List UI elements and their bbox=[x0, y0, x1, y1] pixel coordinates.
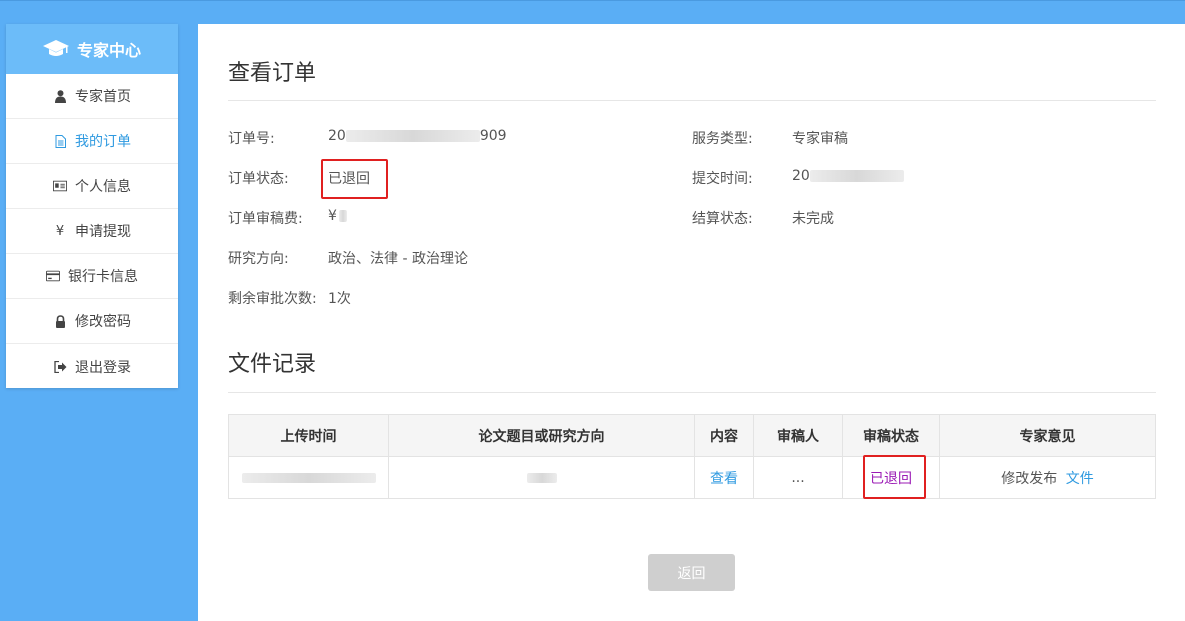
research-direction-value: 政治、法律 - 政治理论 bbox=[328, 251, 468, 267]
column-header: 上传时间 bbox=[228, 414, 389, 457]
column-header: 审稿状态 bbox=[842, 414, 940, 457]
service-type-field: 服务类型: 专家审稿 bbox=[692, 128, 848, 148]
lock-icon bbox=[53, 314, 67, 328]
service-type-label: 服务类型: bbox=[692, 131, 753, 147]
logout-icon bbox=[53, 360, 67, 374]
records-table: 上传时间 论文题目或研究方向 内容 审稿人 审稿状态 专家意见 查看 ... 已… bbox=[228, 414, 1156, 499]
remaining-count-value: 1次 bbox=[328, 291, 351, 307]
records-section-title: 文件记录 bbox=[228, 352, 317, 377]
sidebar-item-personal-info[interactable]: 个人信息 bbox=[6, 164, 178, 209]
content-cell: 查看 bbox=[694, 456, 754, 499]
order-number-label: 订单号: bbox=[228, 131, 275, 147]
id-card-icon bbox=[53, 179, 67, 193]
divider bbox=[228, 392, 1156, 393]
sidebar-item-label: 个人信息 bbox=[75, 179, 131, 195]
sidebar-title: 专家中心 bbox=[76, 41, 141, 60]
service-type-value: 专家审稿 bbox=[792, 131, 848, 147]
redacted-block bbox=[809, 170, 904, 182]
user-icon bbox=[53, 89, 67, 103]
settle-status-value: 未完成 bbox=[792, 211, 834, 227]
graduation-cap-icon bbox=[42, 40, 69, 56]
order-status-field: 订单状态: 已退回 bbox=[228, 168, 370, 188]
order-fee-label: 订单审稿费: bbox=[228, 211, 303, 227]
sidebar-item-label: 退出登录 bbox=[75, 359, 131, 376]
table-header-row: 上传时间 论文题目或研究方向 内容 审稿人 审稿状态 专家意见 bbox=[228, 414, 1156, 457]
sidebar-item-withdraw[interactable]: ¥ 申请提现 bbox=[6, 209, 178, 254]
sidebar-header: 专家中心 bbox=[6, 24, 178, 74]
sidebar-item-expert-home[interactable]: 专家首页 bbox=[6, 74, 178, 119]
opinion-text: 修改发布 bbox=[1001, 470, 1058, 487]
sidebar-item-change-password[interactable]: 修改密码 bbox=[6, 299, 178, 344]
order-status-label: 订单状态: bbox=[228, 171, 289, 187]
research-direction-field: 研究方向: 政治、法律 - 政治理论 bbox=[228, 248, 468, 268]
sidebar-item-label: 申请提现 bbox=[75, 224, 131, 240]
sidebar-item-label: 专家首页 bbox=[75, 89, 131, 105]
sidebar-item-my-orders[interactable]: 我的订单 bbox=[6, 119, 178, 164]
document-icon bbox=[53, 134, 67, 148]
settle-status-label: 结算状态: bbox=[692, 211, 753, 227]
main-panel: 查看订单 订单号: 20 909 订单状态: 已退回 订单审稿费: ¥ 研究方向:… bbox=[198, 24, 1185, 621]
order-fee-field: 订单审稿费: ¥ bbox=[228, 208, 347, 228]
submit-time-value: 20 bbox=[792, 168, 904, 184]
order-section-title: 查看订单 bbox=[228, 61, 317, 86]
order-number-value: 20 909 bbox=[328, 128, 507, 144]
research-direction-label: 研究方向: bbox=[228, 251, 289, 267]
order-number-prefix: 20 bbox=[328, 128, 346, 144]
submit-time-prefix: 20 bbox=[792, 168, 810, 184]
upload-time-cell bbox=[228, 456, 389, 499]
settle-status-field: 结算状态: 未完成 bbox=[692, 208, 834, 228]
column-header: 论文题目或研究方向 bbox=[388, 414, 695, 457]
order-fee-value: ¥ bbox=[328, 208, 347, 224]
divider bbox=[228, 100, 1156, 101]
highlight-box bbox=[863, 455, 926, 499]
top-bar bbox=[0, 0, 1185, 24]
column-header: 审稿人 bbox=[753, 414, 843, 457]
sidebar-item-label: 银行卡信息 bbox=[68, 269, 138, 285]
sidebar-item-label: 我的订单 bbox=[75, 134, 131, 150]
sidebar-item-label: 修改密码 bbox=[75, 314, 131, 330]
order-number-field: 订单号: 20 909 bbox=[228, 128, 507, 148]
sidebar: 专家中心 专家首页 我的订单 个人信息 ¥ 申请提现 银行卡信息 修改密码 退出… bbox=[6, 24, 178, 388]
sidebar-item-bank-card[interactable]: 银行卡信息 bbox=[6, 254, 178, 299]
submit-time-label: 提交时间: bbox=[692, 171, 753, 187]
highlight-box bbox=[321, 159, 388, 199]
column-header: 专家意见 bbox=[939, 414, 1156, 457]
sidebar-item-logout[interactable]: 退出登录 bbox=[6, 344, 178, 389]
column-header: 内容 bbox=[694, 414, 754, 457]
fee-currency: ¥ bbox=[328, 208, 337, 224]
back-button[interactable]: 返回 bbox=[648, 554, 735, 591]
redacted-block bbox=[345, 130, 480, 142]
submit-time-field: 提交时间: 20 bbox=[692, 168, 904, 188]
redacted-block bbox=[526, 472, 557, 483]
view-link[interactable]: 查看 bbox=[710, 471, 738, 487]
remaining-count-label: 剩余审批次数: bbox=[228, 291, 317, 307]
credit-card-icon bbox=[46, 269, 60, 283]
table-row: 查看 ... 已退回 修改发布 文件 bbox=[228, 456, 1156, 499]
reviewer-cell: ... bbox=[753, 456, 843, 499]
expert-opinion-cell: 修改发布 文件 bbox=[939, 456, 1156, 499]
remaining-count-field: 剩余审批次数: 1次 bbox=[228, 288, 351, 308]
redacted-block bbox=[338, 210, 347, 222]
order-number-suffix: 909 bbox=[479, 128, 507, 144]
paper-title-cell bbox=[388, 456, 695, 499]
yen-icon: ¥ bbox=[55, 223, 65, 239]
redacted-block bbox=[241, 472, 376, 483]
opinion-file-link[interactable]: 文件 bbox=[1066, 471, 1094, 487]
